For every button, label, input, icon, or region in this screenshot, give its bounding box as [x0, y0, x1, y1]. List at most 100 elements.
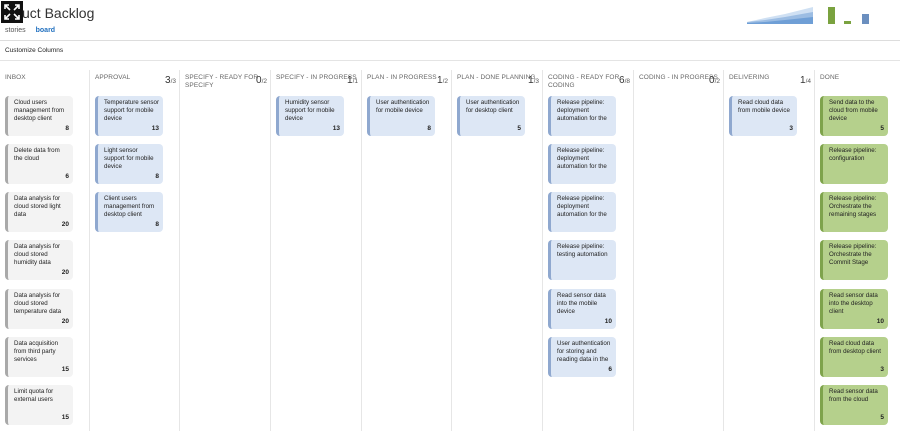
tab-board[interactable]: board: [36, 27, 55, 34]
page-header: uct Backlog stories board: [0, 0, 900, 40]
card-title: Data acquisition from third party servic…: [14, 340, 59, 363]
velocity-bar: [862, 14, 869, 24]
backlog-card[interactable]: Data acquisition from third party servic…: [5, 337, 73, 377]
wip-count: 1/3: [528, 75, 539, 86]
card-estimate: 8: [65, 125, 69, 132]
backlog-card[interactable]: Release pipeline: configuration: [820, 144, 888, 184]
card-title: Light sensor support for mobile device: [104, 147, 154, 170]
card-estimate: 15: [61, 366, 69, 373]
backlog-card[interactable]: User authentication for mobile device 8: [367, 96, 435, 136]
backlog-card[interactable]: Read cloud data from mobile device 3: [729, 96, 797, 136]
backlog-card[interactable]: Read sensor data into the mobile device 1…: [548, 289, 616, 329]
backlog-card[interactable]: Temperature sensor support for mobile de…: [95, 96, 163, 136]
backlog-card[interactable]: Release pipeline: Orchestrate the Commit…: [820, 240, 888, 280]
card-title: Release pipeline: deployment automation …: [557, 147, 607, 170]
tab-stories[interactable]: stories: [5, 27, 26, 34]
velocity-bar: [828, 7, 835, 24]
card-title: Data analysis for cloud stored humidity …: [14, 243, 61, 266]
backlog-card[interactable]: Data analysis for cloud stored humidity …: [5, 240, 73, 280]
wip-limit: /3: [170, 78, 176, 85]
column-header[interactable]: INBOX: [5, 74, 87, 82]
card-title: Read cloud data from desktop client: [829, 340, 881, 355]
divider: [0, 40, 900, 41]
backlog-card[interactable]: Release pipeline: deployment automation …: [548, 192, 616, 232]
backlog-card[interactable]: Humidity sensor support for mobile devic…: [276, 96, 344, 136]
backlog-card[interactable]: Read sensor data from the cloud 5: [820, 385, 888, 425]
card-estimate: 5: [517, 125, 521, 132]
wip-limit: /4: [805, 78, 811, 85]
backlog-card[interactable]: Release pipeline: deployment automation …: [548, 144, 616, 184]
customize-columns-link[interactable]: Customize Columns: [5, 47, 63, 54]
wip-count: 6/8: [619, 75, 630, 86]
card-title: Client users management from desktop cli…: [104, 195, 155, 218]
card-title: Read sensor data into the mobile device: [557, 292, 606, 315]
backlog-card[interactable]: Light sensor support for mobile device 8: [95, 144, 163, 184]
backlog-card[interactable]: Release pipeline: deployment automation …: [548, 96, 616, 136]
column-header[interactable]: DONE: [820, 74, 898, 82]
backlog-card[interactable]: Limit quota for external users 15: [5, 385, 73, 425]
wip-count: 0/2: [709, 75, 720, 86]
wip-limit: /2: [714, 78, 720, 85]
card-title: Read sensor data from the cloud: [829, 388, 878, 403]
card-estimate: 8: [155, 173, 159, 180]
backlog-card[interactable]: Delete data from the cloud 6: [5, 144, 73, 184]
backlog-card[interactable]: Release pipeline: Orchestrate the remain…: [820, 192, 888, 232]
backlog-card[interactable]: Data analysis for cloud stored temperatu…: [5, 289, 73, 329]
board-column: SPECIFY - READY FOR SPECIFY 0/2: [180, 70, 271, 431]
fullscreen-icon[interactable]: [1, 1, 23, 23]
card-estimate: 5: [880, 125, 884, 132]
card-title: Delete data from the cloud: [14, 147, 60, 162]
card-estimate: 20: [61, 318, 69, 325]
card-title: Release pipeline: testing automation: [557, 243, 608, 258]
card-estimate: 6: [608, 366, 612, 373]
board-column: INBOX Cloud users management from desktop…: [0, 70, 90, 431]
backlog-card[interactable]: User authentication for storing and read…: [548, 337, 616, 377]
cumulative-flow-thumbnail[interactable]: [745, 4, 815, 24]
card-title: Cloud users management from desktop clie…: [14, 99, 65, 122]
wip-count: 1/1: [347, 75, 358, 86]
board-column: PLAN - IN PROGRESS 1/2 User authentication…: [362, 70, 452, 431]
wip-limit: /2: [261, 78, 267, 85]
backlog-card[interactable]: Release pipeline: testing automation: [548, 240, 616, 280]
backlog-card[interactable]: Cloud users management from desktop clie…: [5, 96, 73, 136]
board-column: APPROVAL 3/3 Temperature sensor support fo…: [90, 70, 180, 431]
board-column: CODING - IN PROGRESS 0/2: [634, 70, 724, 431]
board-column: DONE Send data to the cloud from mobile d…: [815, 70, 900, 431]
wip-limit: /8: [624, 78, 630, 85]
card-estimate: 3: [789, 125, 793, 132]
card-title: Release pipeline: Orchestrate the Commit…: [829, 243, 877, 266]
card-title: Send data to the cloud from mobile devic…: [829, 99, 878, 122]
board-column: DELIVERING 1/4 Read cloud data from mobile…: [724, 70, 815, 431]
card-estimate: 20: [61, 269, 69, 276]
card-title: Release pipeline: Orchestrate the remain…: [829, 195, 877, 218]
card-estimate: 6: [65, 173, 69, 180]
card-title: Temperature sensor support for mobile de…: [104, 99, 160, 122]
mini-charts[interactable]: [745, 4, 869, 24]
card-estimate: 13: [332, 125, 340, 132]
wip-count: 1/4: [800, 75, 811, 86]
backlog-card[interactable]: Read sensor data into the desktop client…: [820, 289, 888, 329]
backlog-card[interactable]: Client users management from desktop cli…: [95, 192, 163, 232]
wip-count: 0/2: [256, 75, 267, 86]
card-title: Limit quota for external users: [14, 388, 54, 403]
card-estimate: 8: [155, 221, 159, 228]
backlog-card[interactable]: Read cloud data from desktop client 3: [820, 337, 888, 377]
backlog-card[interactable]: Data analysis for cloud stored light dat…: [5, 192, 73, 232]
board-column: SPECIFY - IN PROGRESS 1/1 Humidity sensor …: [271, 70, 362, 431]
wip-count: 3/3: [165, 75, 176, 86]
card-title: Release pipeline: deployment automation …: [557, 195, 607, 218]
card-title: Data analysis for cloud stored temperatu…: [14, 292, 62, 315]
backlog-card[interactable]: Send data to the cloud from mobile devic…: [820, 96, 888, 136]
card-title: Release pipeline: deployment automation …: [557, 99, 607, 122]
wip-limit: /1: [352, 78, 358, 85]
wip-limit: /3: [533, 78, 539, 85]
divider: [0, 60, 900, 61]
backlog-card[interactable]: User authentication for desktop client 5: [457, 96, 525, 136]
board-column: PLAN - DONE PLANNING 1/3 User authenticati…: [452, 70, 543, 431]
card-estimate: 8: [427, 125, 431, 132]
card-estimate: 3: [880, 366, 884, 373]
card-title: Data analysis for cloud stored light dat…: [14, 195, 61, 218]
card-title: Read sensor data into the desktop client: [829, 292, 878, 315]
card-title: User authentication for mobile device: [376, 99, 430, 114]
card-estimate: 20: [61, 221, 69, 228]
